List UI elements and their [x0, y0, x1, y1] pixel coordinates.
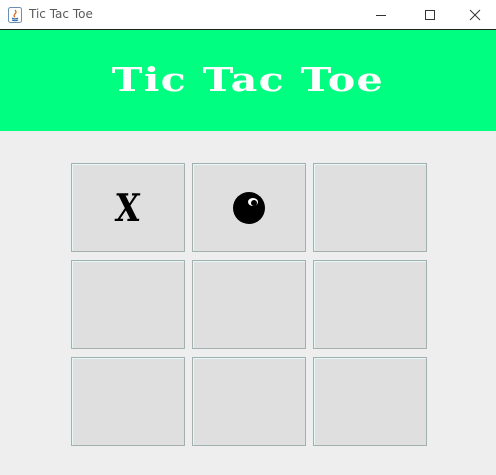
header-banner: Tic Tac Toe: [0, 30, 496, 131]
maximize-icon: [425, 9, 435, 20]
close-button[interactable]: [452, 0, 496, 29]
board-cell-4[interactable]: [71, 260, 185, 349]
board-cell-9[interactable]: [313, 357, 427, 446]
board-cell-6[interactable]: [313, 260, 427, 349]
game-title: Tic Tac Toe: [111, 60, 385, 99]
x-mark: X: [113, 184, 143, 230]
maximize-button[interactable]: [407, 0, 453, 29]
board-cell-8[interactable]: [192, 357, 306, 446]
window-titlebar[interactable]: Tic Tac Toe: [0, 0, 496, 30]
board-cell-2[interactable]: [192, 163, 306, 252]
java-app-icon: [8, 7, 22, 23]
minimize-icon: [376, 14, 386, 16]
board-cell-3[interactable]: [313, 163, 427, 252]
board-cell-7[interactable]: [71, 357, 185, 446]
board-cell-5[interactable]: [192, 260, 306, 349]
window-title: Tic Tac Toe: [29, 7, 93, 21]
o-mark-icon: [233, 191, 265, 224]
minimize-button[interactable]: [358, 0, 404, 29]
board-cell-1[interactable]: X: [71, 163, 185, 252]
close-icon: [469, 9, 481, 20]
